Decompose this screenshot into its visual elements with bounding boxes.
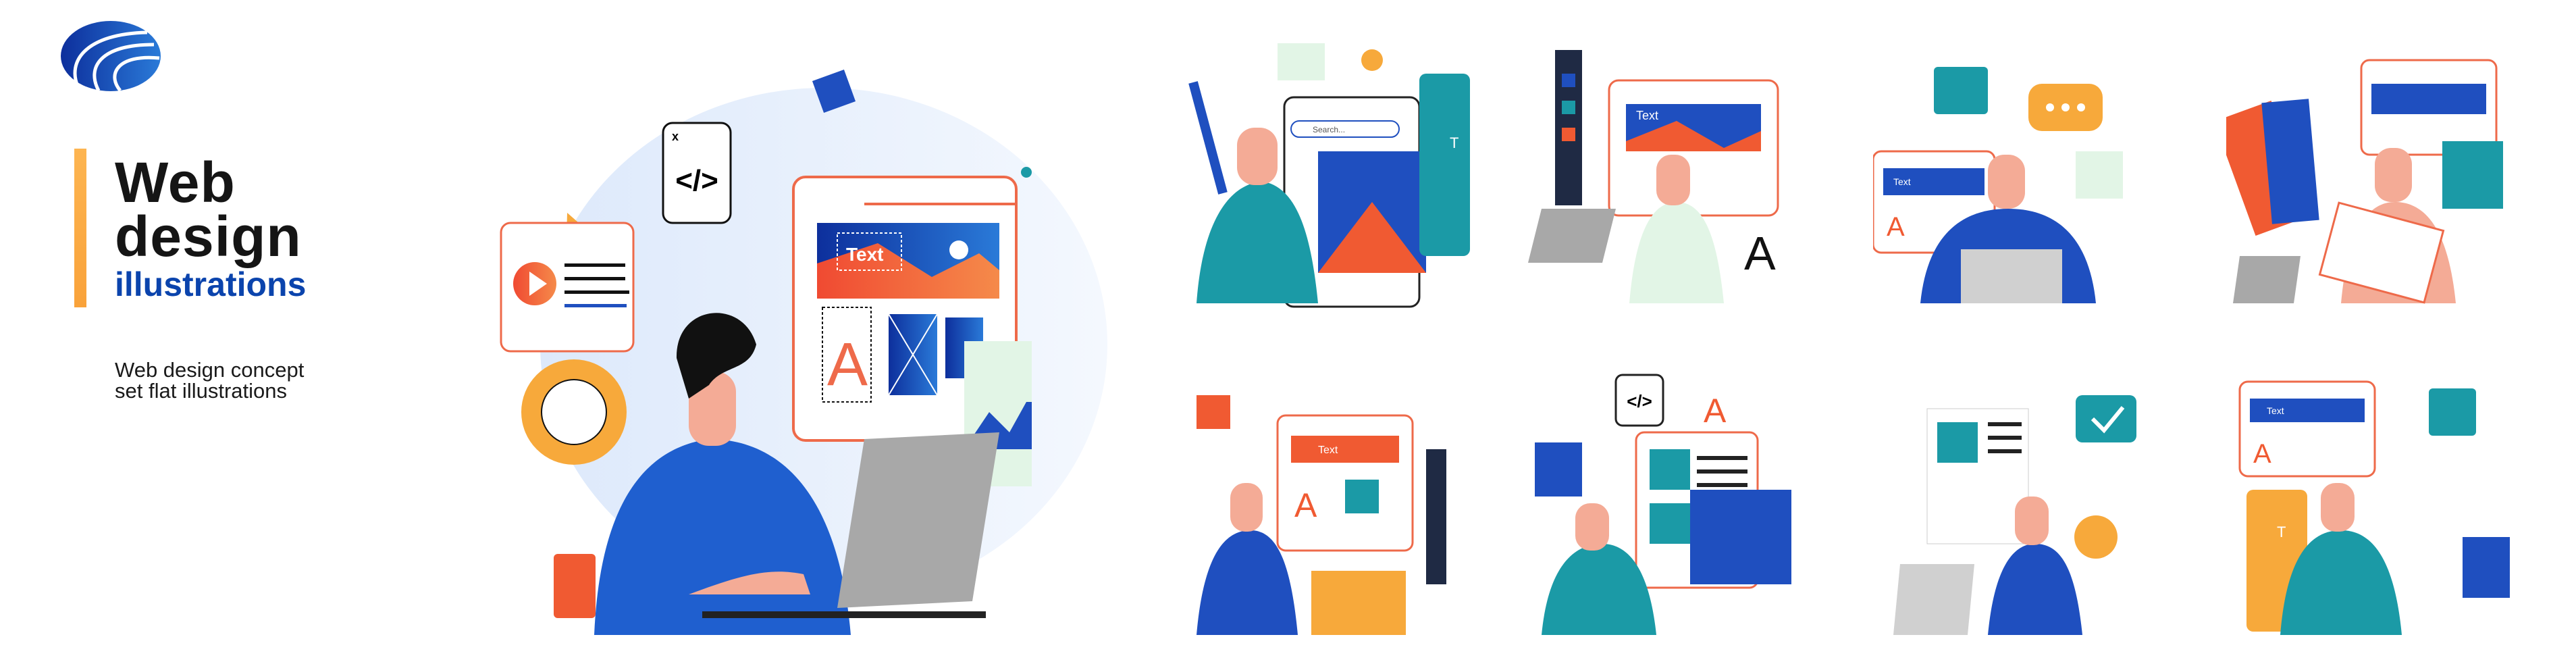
pen-tool-icon bbox=[1934, 67, 1988, 114]
laptop bbox=[1961, 249, 2062, 303]
scene-designer-with-pen: Search... T bbox=[1188, 43, 1470, 308]
scene-designer-with-swatches bbox=[2226, 59, 2503, 304]
image-file-icon bbox=[2442, 141, 2503, 209]
pen-tool-icon bbox=[1535, 442, 1582, 496]
scene-designer-pointing: Text A bbox=[1197, 395, 1446, 635]
person-body bbox=[1629, 202, 1724, 303]
heading-line-3: illustrations bbox=[115, 265, 307, 303]
subtitle: Web design concept set flat illustration… bbox=[115, 358, 305, 403]
laptop bbox=[2233, 256, 2301, 303]
scene-designer-with-tools: Text A T bbox=[2238, 380, 2510, 635]
coffee-cup bbox=[554, 554, 596, 618]
laptop bbox=[837, 432, 999, 608]
code-icon: </> bbox=[675, 164, 718, 197]
scene-designer-approval bbox=[1893, 395, 2136, 635]
pen-tool-icon bbox=[1188, 81, 1228, 195]
image-file-icon bbox=[2463, 537, 2510, 598]
banner-text: Text bbox=[1636, 109, 1658, 122]
monitor bbox=[1690, 490, 1791, 584]
image-file-icon bbox=[2076, 151, 2123, 199]
banner-text: Text bbox=[2267, 405, 2284, 416]
tool-palette bbox=[1419, 74, 1470, 256]
color-swatch-strip bbox=[1426, 449, 1446, 584]
letter-glyph: A bbox=[1887, 212, 1905, 242]
letter-glyph: A bbox=[1294, 486, 1317, 524]
text-tool-icon: T bbox=[2277, 524, 2286, 540]
pen-tool-icon bbox=[1197, 395, 1230, 429]
folder-icon bbox=[1311, 571, 1406, 635]
hero-illustration: x </> Text A bbox=[500, 69, 1107, 635]
scene-designer-at-desk: Text A bbox=[1873, 67, 2123, 303]
banner-text: Text bbox=[1893, 176, 1911, 187]
brand-logo bbox=[61, 21, 161, 92]
pen-tool-icon bbox=[2429, 388, 2476, 436]
search-placeholder: Search... bbox=[1313, 125, 1345, 134]
scene-designer-with-laptop: Text A bbox=[1528, 50, 1779, 303]
letter-glyph: A bbox=[1704, 392, 1727, 430]
gear-icon bbox=[2074, 515, 2118, 559]
text-tool-icon: T bbox=[1450, 134, 1458, 151]
laptop bbox=[1893, 564, 1974, 635]
accent-bar bbox=[74, 149, 86, 307]
laptop bbox=[1528, 209, 1616, 263]
banner-text: Text bbox=[1318, 444, 1338, 456]
image-file-icon bbox=[1278, 43, 1325, 80]
banner-text: Text bbox=[846, 244, 884, 265]
close-icon[interactable]: x bbox=[672, 130, 679, 143]
code-icon: </> bbox=[1627, 391, 1652, 411]
person-body bbox=[1988, 544, 2082, 635]
letter-glyph: A bbox=[2253, 439, 2271, 469]
letter-glyph: A bbox=[1744, 227, 1776, 280]
scene-designer-coding: </> A bbox=[1535, 374, 1791, 635]
check-bubble-icon bbox=[2076, 395, 2136, 442]
dot bbox=[1021, 167, 1032, 178]
heading-line-2: design bbox=[115, 205, 302, 268]
heading-line-1: Web bbox=[115, 151, 236, 214]
letter-glyph: A bbox=[827, 331, 868, 399]
